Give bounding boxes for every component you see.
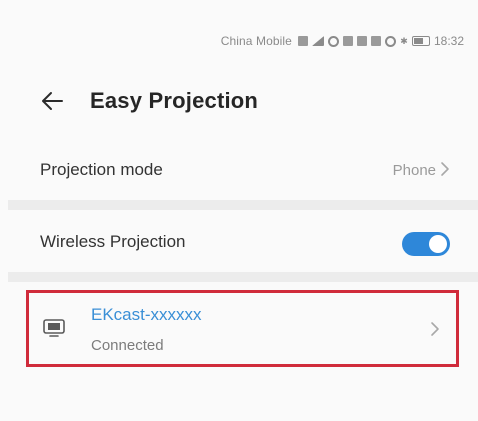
projection-mode-value: Phone [392, 162, 436, 179]
bluetooth-icon [400, 36, 408, 47]
chevron-right-icon [440, 161, 450, 182]
device-list-item[interactable]: EKcast-xxxxxx Connected [26, 290, 459, 367]
wireless-projection-toggle[interactable] [402, 232, 450, 256]
projection-mode-label: Projection mode [40, 160, 163, 179]
section-divider [8, 200, 478, 210]
record-icon [327, 35, 339, 47]
wireless-projection-row: Wireless Projection [0, 216, 478, 268]
toggle-knob [429, 235, 447, 253]
vibrate-icon [370, 36, 381, 46]
nfc-icon [356, 36, 367, 46]
header: Easy Projection [38, 84, 258, 118]
section-divider [8, 272, 478, 282]
chevron-right-icon [430, 321, 440, 342]
device-name: EKcast-xxxxxx [91, 305, 202, 324]
page-title: Easy Projection [90, 88, 259, 113]
sim-card-icon [297, 36, 308, 46]
carrier-label: China Mobile [220, 34, 292, 48]
battery-icon [411, 36, 430, 46]
clock-time: 18:32 [433, 34, 464, 48]
signal-icon [311, 36, 324, 46]
alarm-icon [384, 35, 396, 47]
message-icon [342, 36, 353, 46]
arrow-left-icon[interactable] [38, 87, 66, 115]
projection-mode-row[interactable]: Projection mode Phone [0, 146, 478, 196]
screen: China Mobile 18:32 Easy Projection Proje… [0, 0, 478, 421]
wireless-projection-label: Wireless Projection [40, 232, 186, 251]
device-status: Connected [91, 337, 164, 354]
status-bar: China Mobile 18:32 [221, 30, 464, 52]
cast-screen-icon [43, 319, 65, 337]
